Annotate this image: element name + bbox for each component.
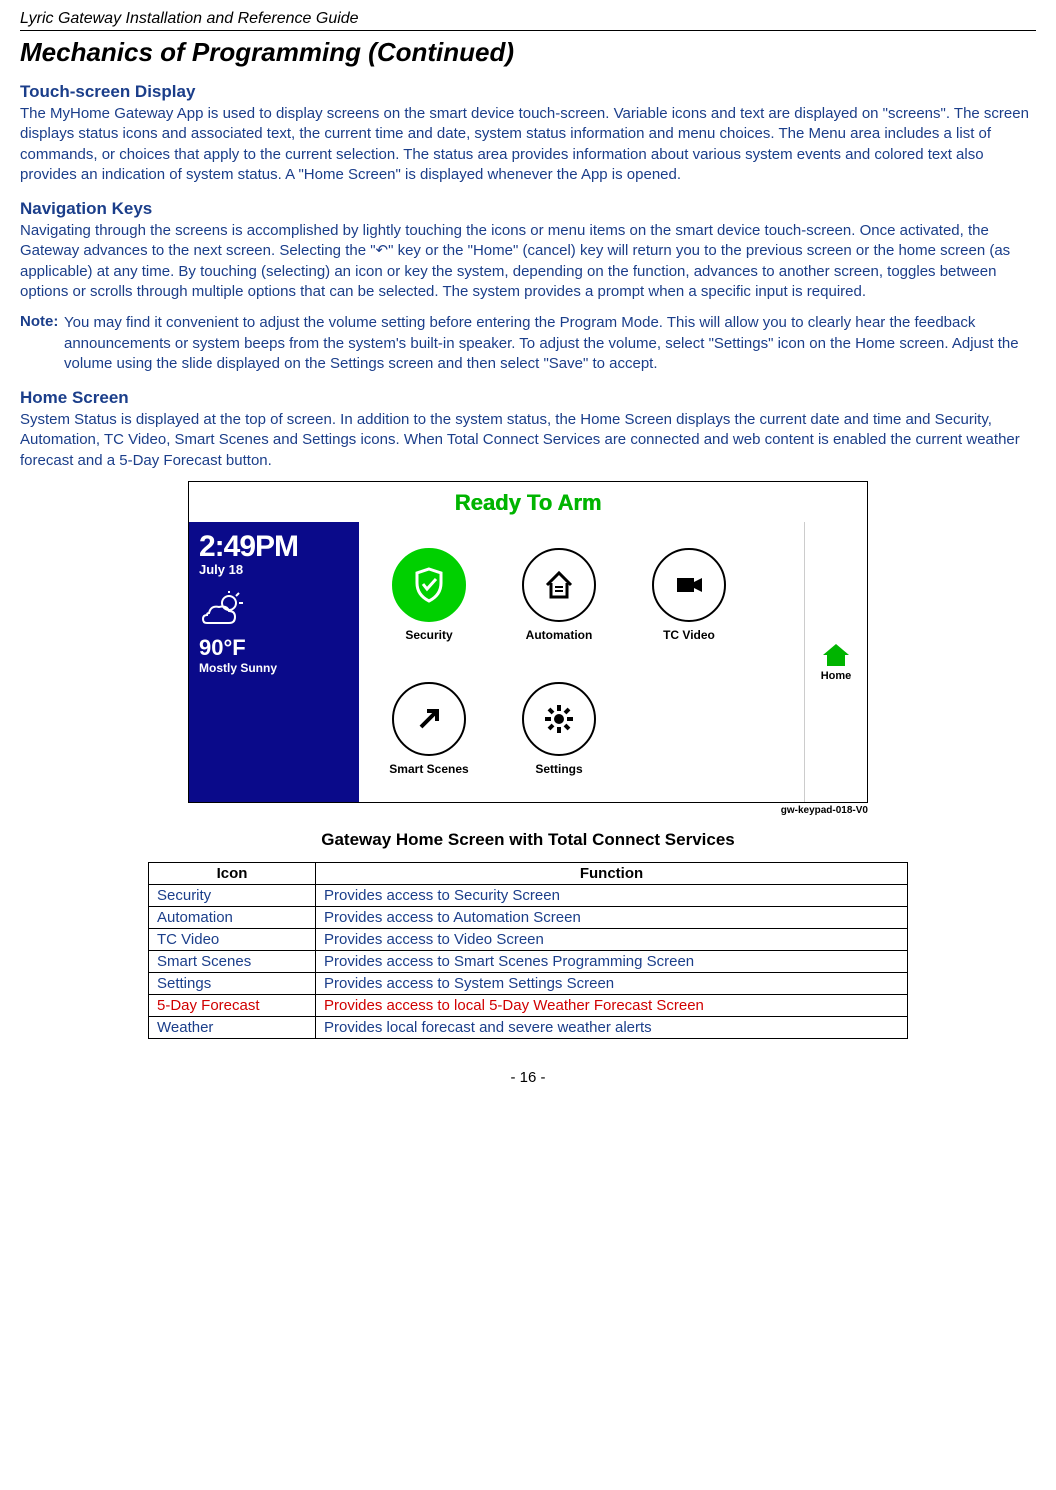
note-label: Note:	[20, 313, 58, 330]
section-home-body: System Status is displayed at the top of…	[20, 410, 1036, 471]
table-row: 5-Day ForecastProvides access to local 5…	[149, 994, 908, 1016]
clock-time: 2:49PM	[199, 530, 349, 564]
th-icon: Icon	[149, 862, 316, 884]
page-number: - 16 -	[20, 1069, 1036, 1086]
screen-body: 2:49PM July 18 90°F Mostly Sunny	[189, 522, 867, 802]
home-screen-figure: Ready To Arm 2:49PM July 18 90°F Mostly …	[188, 481, 868, 816]
page-title: Mechanics of Programming (Continued)	[20, 37, 1036, 68]
note-block: Note: You may find it convenient to adju…	[20, 312, 1036, 374]
security-button[interactable]: Security	[379, 548, 479, 642]
shield-icon	[392, 548, 466, 622]
section-home-heading: Home Screen	[20, 388, 1036, 408]
temperature: 90°F	[199, 635, 349, 661]
smartscenes-button[interactable]: Smart Scenes	[379, 682, 479, 776]
right-panel: Home	[804, 522, 867, 802]
home-icon	[821, 642, 851, 668]
table-row: Smart ScenesProvides access to Smart Sce…	[149, 950, 908, 972]
center-panel: Security Automation TC Video	[359, 522, 804, 802]
settings-label: Settings	[535, 762, 582, 776]
gear-icon	[522, 682, 596, 756]
table-header-row: Icon Function	[149, 862, 908, 884]
icon-row-2: Smart Scenes Settings	[379, 682, 794, 776]
note-body: You may find it convenient to adjust the…	[64, 313, 1036, 374]
automation-button[interactable]: Automation	[509, 548, 609, 642]
document-header: Lyric Gateway Installation and Reference…	[20, 10, 1036, 31]
table-row: TC VideoProvides access to Video Screen	[149, 928, 908, 950]
table-row: SecurityProvides access to Security Scre…	[149, 884, 908, 906]
image-tag: gw-keypad-018-V0	[188, 805, 868, 816]
section-touchscreen-heading: Touch-screen Display	[20, 82, 1036, 102]
icon-row-1: Security Automation TC Video	[379, 548, 794, 642]
video-icon	[652, 548, 726, 622]
table-row: SettingsProvides access to System Settin…	[149, 972, 908, 994]
house-list-icon	[522, 548, 596, 622]
home-label: Home	[821, 670, 852, 682]
status-bar: Ready To Arm	[189, 482, 867, 522]
security-label: Security	[405, 628, 452, 642]
section-nav-body: Navigating through the screens is accomp…	[20, 221, 1036, 302]
tcvideo-button[interactable]: TC Video	[639, 548, 739, 642]
section-touchscreen-body: The MyHome Gateway App is used to displa…	[20, 104, 1036, 185]
left-panel: 2:49PM July 18 90°F Mostly Sunny	[189, 522, 359, 802]
function-table: Icon Function SecurityProvides access to…	[148, 862, 908, 1039]
table-row: AutomationProvides access to Automation …	[149, 906, 908, 928]
arrow-icon	[392, 682, 466, 756]
tcvideo-label: TC Video	[663, 628, 715, 642]
section-nav-heading: Navigation Keys	[20, 199, 1036, 219]
weather-condition: Mostly Sunny	[199, 661, 349, 675]
home-button[interactable]: Home	[821, 642, 852, 682]
weather-icon	[199, 591, 243, 629]
device-screen: Ready To Arm 2:49PM July 18 90°F Mostly …	[188, 481, 868, 803]
table-row: WeatherProvides local forecast and sever…	[149, 1016, 908, 1038]
smartscenes-label: Smart Scenes	[389, 762, 468, 776]
clock-date: July 18	[199, 562, 349, 577]
figure-caption: Gateway Home Screen with Total Connect S…	[20, 830, 1036, 850]
th-function: Function	[316, 862, 908, 884]
settings-button[interactable]: Settings	[509, 682, 609, 776]
automation-label: Automation	[526, 628, 593, 642]
